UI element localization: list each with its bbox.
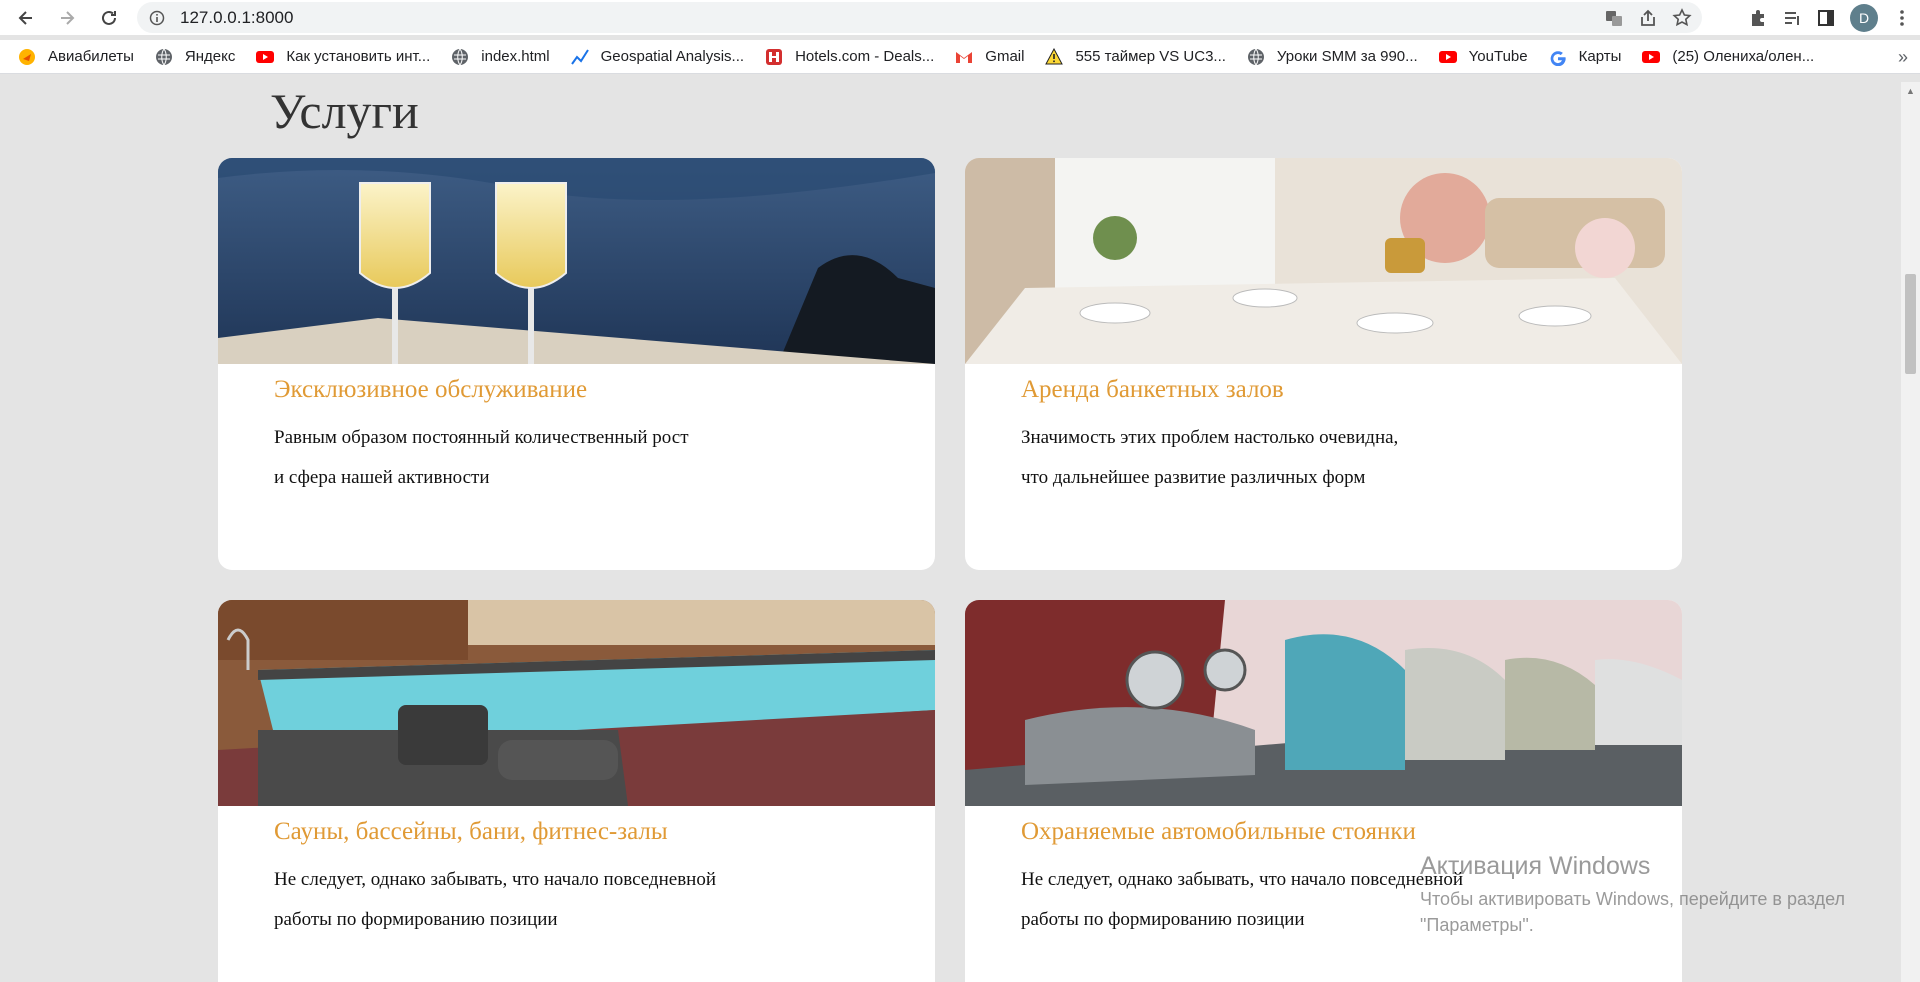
reload-icon — [102, 10, 116, 25]
page-scrollbar[interactable]: ▲ — [1901, 82, 1920, 982]
arrow-right-icon — [61, 10, 75, 25]
bookmark-item[interactable]: index.html — [451, 42, 558, 72]
bookmark-item[interactable]: Geospatial Analysis... — [570, 42, 753, 72]
bookmarks-overflow-button[interactable]: » — [1898, 40, 1908, 74]
reload-button[interactable] — [92, 1, 126, 35]
globe-icon — [155, 48, 173, 66]
scrollbar-thumb[interactable] — [1905, 274, 1916, 374]
globe-icon — [1247, 48, 1265, 66]
youtube-icon — [1438, 48, 1457, 66]
bookmark-item[interactable]: YouTube — [1438, 42, 1537, 72]
bookmark-item[interactable]: Карты — [1549, 42, 1631, 72]
bookmark-item[interactable]: Как установить инт... — [256, 42, 439, 72]
bookmarks-bar: Авиабилеты Яндекс Как установить инт... … — [0, 40, 1920, 74]
share-icon[interactable] — [1638, 8, 1658, 28]
chart-icon — [570, 48, 589, 66]
page-viewport: Услуги Эксклюзивное обслуживание Равным … — [0, 82, 1901, 982]
service-card: Аренда банкетных залов Значимость этих п… — [965, 158, 1682, 570]
side-panel-icon[interactable] — [1816, 8, 1836, 28]
champagne-image — [218, 158, 935, 364]
translate-icon[interactable] — [1604, 8, 1624, 28]
google-icon — [1549, 48, 1567, 66]
bookmark-item[interactable]: Hotels.com - Deals... — [765, 42, 943, 72]
service-card-title: Сауны, бассейны, бани, фитнес-залы — [274, 818, 668, 845]
gmail-icon — [955, 48, 973, 66]
address-bar[interactable]: 127.0.0.1:8000 — [137, 2, 1702, 33]
bookmark-item[interactable]: (25) Олениха/олен... — [1642, 42, 1823, 72]
menu-icon[interactable] — [1892, 8, 1912, 28]
service-card-title: Охраняемые автомобильные стоянки — [1021, 818, 1416, 845]
scroll-up-arrow-icon[interactable]: ▲ — [1901, 82, 1920, 100]
bookmark-item[interactable]: Gmail — [955, 42, 1033, 72]
reading-list-icon[interactable] — [1782, 8, 1802, 28]
browser-toolbar: 127.0.0.1:8000 D — [0, 0, 1920, 35]
bookmark-item[interactable]: Яндекс — [155, 42, 244, 72]
service-card: Эксклюзивное обслуживание Равным образом… — [218, 158, 935, 570]
globe-icon — [451, 48, 469, 66]
back-button[interactable] — [9, 1, 43, 35]
service-card-description: Не следует, однако забывать, что начало … — [274, 869, 717, 930]
dining-room-image — [965, 158, 1682, 364]
forward-button[interactable] — [50, 1, 84, 35]
section-title: Услуги — [270, 83, 419, 139]
cars-image — [965, 600, 1682, 806]
warning-icon — [1045, 47, 1064, 66]
youtube-icon — [256, 48, 275, 66]
bookmark-item[interactable]: Уроки SMM за 990... — [1247, 42, 1427, 72]
extensions-icon[interactable] — [1748, 8, 1768, 28]
info-icon[interactable] — [149, 10, 165, 26]
windows-activation-watermark: Активация Windows Чтобы активировать Win… — [1420, 852, 1846, 935]
youtube-icon — [1642, 48, 1661, 66]
service-card-title: Эксклюзивное обслуживание — [274, 376, 588, 403]
aviasales-icon — [18, 48, 36, 66]
hotels-icon — [765, 48, 783, 66]
url-text: 127.0.0.1:8000 — [180, 7, 294, 27]
star-icon[interactable] — [1672, 7, 1692, 28]
pool-image — [218, 600, 935, 806]
service-card-title: Аренда банкетных залов — [1021, 376, 1284, 403]
bookmark-item[interactable]: 555 таймер VS UC3... — [1045, 42, 1234, 72]
profile-avatar[interactable]: D — [1850, 3, 1878, 32]
service-card-description: Значимость этих проблем настолько очевид… — [1021, 427, 1399, 488]
service-card: Сауны, бассейны, бани, фитнес-залы Не сл… — [218, 600, 935, 982]
arrow-left-icon — [18, 10, 32, 25]
service-card-description: Равным образом постоянный количественный… — [274, 427, 689, 488]
bookmark-item[interactable]: Авиабилеты — [18, 42, 143, 72]
